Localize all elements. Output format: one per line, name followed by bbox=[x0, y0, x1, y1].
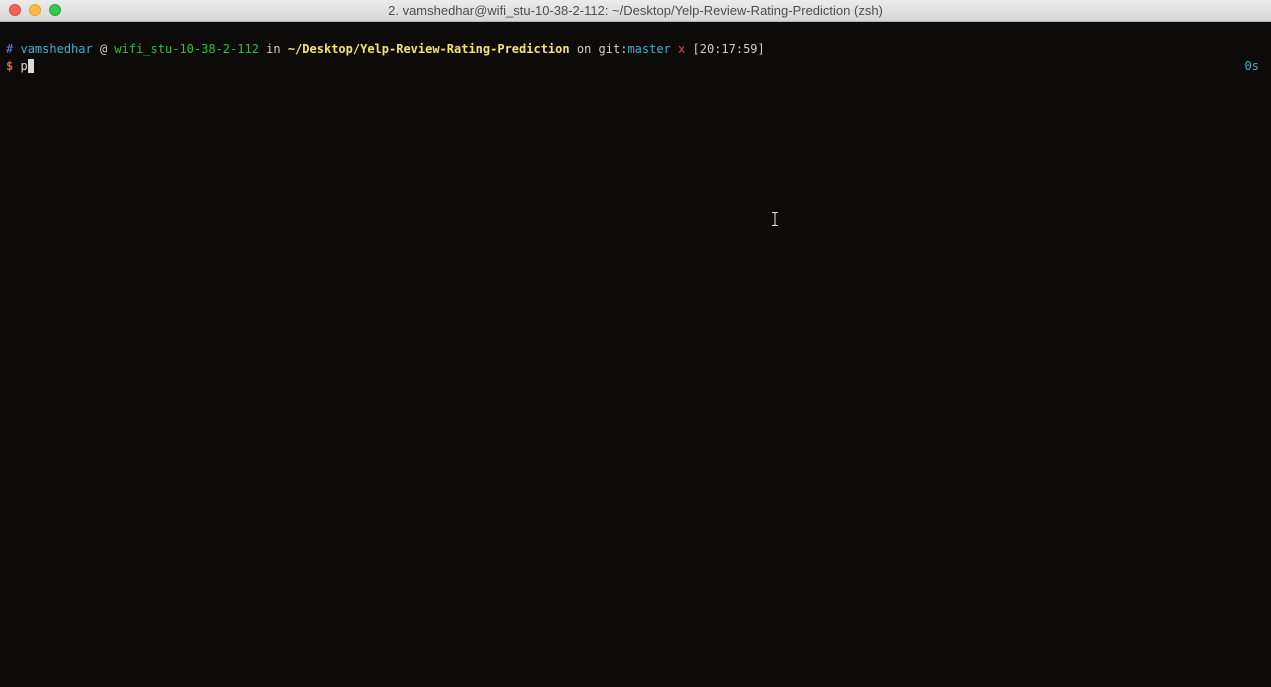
ibeam-cursor-icon bbox=[772, 212, 778, 226]
prompt-hash: # bbox=[6, 42, 14, 56]
prompt-symbol: $ bbox=[6, 59, 14, 73]
prompt-host: wifi_stu-10-38-2-112 bbox=[114, 42, 259, 56]
prompt-dirty-marker: x bbox=[678, 42, 686, 56]
prompt-time: [20:17:59] bbox=[692, 42, 765, 56]
terminal-window: 2. vamshedhar@wifi_stu-10-38-2-112: ~/De… bbox=[0, 0, 1271, 687]
prompt-info-line: # vamshedhar @ wifi_stu-10-38-2-112 in ~… bbox=[6, 41, 765, 58]
prompt-git-prefix: git: bbox=[598, 42, 628, 56]
title-bar[interactable]: 2. vamshedhar@wifi_stu-10-38-2-112: ~/De… bbox=[0, 0, 1271, 22]
command-input[interactable]: p bbox=[20, 59, 27, 73]
prompt-in: in bbox=[266, 42, 281, 56]
prompt-git-branch: master bbox=[627, 42, 671, 56]
prompt-at: @ bbox=[99, 42, 108, 56]
terminal-content[interactable]: # vamshedhar @ wifi_stu-10-38-2-112 in ~… bbox=[0, 22, 1271, 687]
prompt-on: on bbox=[576, 42, 592, 56]
prompt-path: ~/Desktop/Yelp-Review-Rating-Prediction bbox=[287, 42, 570, 56]
command-duration: 0s bbox=[1244, 59, 1259, 73]
prompt-user: vamshedhar bbox=[20, 42, 93, 56]
window-title: 2. vamshedhar@wifi_stu-10-38-2-112: ~/De… bbox=[388, 3, 883, 18]
command-line[interactable]: $ p bbox=[6, 58, 34, 75]
text-cursor bbox=[27, 59, 34, 73]
